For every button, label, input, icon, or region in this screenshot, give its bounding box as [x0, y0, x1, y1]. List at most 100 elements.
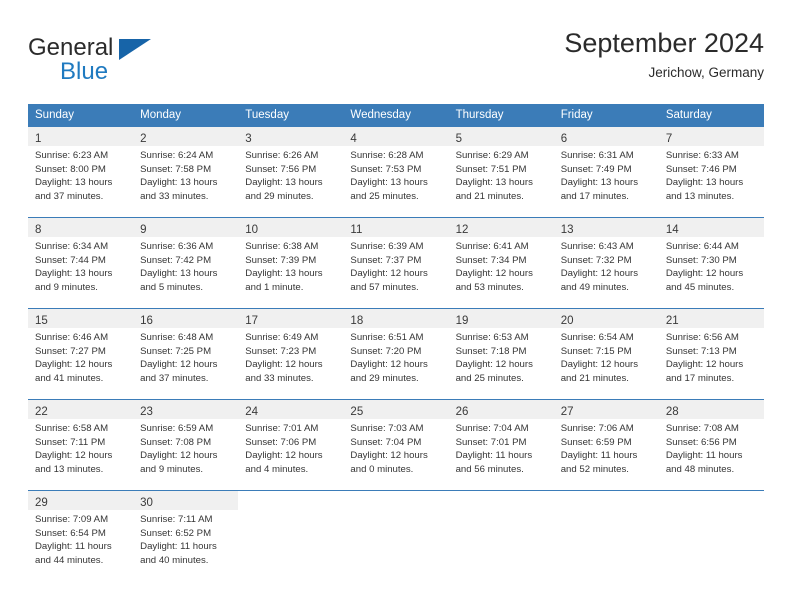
day-number: 29 [35, 497, 48, 509]
daylight-text-line1: Daylight: 12 hours [560, 268, 639, 280]
daylight-text-line1: Daylight: 13 hours [455, 177, 533, 189]
day-cell[interactable]: 23 Sunrise: 6:59 AM Sunset: 7:08 PM Dayligh… [133, 399, 239, 491]
day-number: 24 [245, 406, 259, 418]
day-cell[interactable]: 14 Sunrise: 6:44 AM Sunset: 7:30 PM Dayligh… [658, 217, 764, 309]
sunset-text: Sunset: 7:53 PM [350, 163, 422, 175]
day-cell[interactable]: 10 Sunrise: 6:38 AM Sunset: 7:39 PM Dayligh… [238, 217, 344, 309]
sunrise-text: Sunrise: 6:44 AM [665, 241, 739, 252]
daylight-text-line2: and 25 minutes. [350, 190, 419, 202]
day-cell[interactable]: 24 Sunrise: 7:01 AM Sunset: 7:06 PM Dayligh… [238, 399, 344, 491]
daylight-text-line2: and 53 minutes. [455, 281, 524, 293]
sunrise-text: Sunrise: 6:31 AM [560, 150, 634, 161]
daylight-text-line2: and 9 minutes. [140, 463, 204, 475]
day-cell[interactable]: 1 Sunrise: 6:23 AM Sunset: 8:00 PM Daylight… [28, 127, 134, 218]
sunrise-text: Sunrise: 7:08 AM [665, 423, 739, 434]
day-cell[interactable]: 5 Sunrise: 6:29 AM Sunset: 7:51 PM Daylight… [448, 127, 554, 218]
daylight-text-line2: and 17 minutes. [560, 190, 629, 202]
daylight-text-line1: Daylight: 11 hours [455, 450, 533, 462]
day-number: 22 [35, 406, 48, 418]
day-cell[interactable]: 12 Sunrise: 6:41 AM Sunset: 7:34 PM Dayligh… [448, 217, 554, 309]
sunrise-text: Sunrise: 7:03 AM [350, 423, 424, 434]
daylight-text-line2: and 37 minutes. [35, 190, 104, 202]
day-cell[interactable]: 20 Sunrise: 6:54 AM Sunset: 7:15 PM Dayligh… [553, 308, 659, 400]
day-number: 17 [245, 315, 259, 327]
day-cell[interactable]: 21 Sunrise: 6:56 AM Sunset: 7:13 PM Dayligh… [658, 308, 764, 400]
daylight-text-line1: Daylight: 11 hours [665, 450, 743, 462]
sunset-text: Sunset: 7:23 PM [245, 345, 317, 357]
daylight-text-line1: Daylight: 11 hours [560, 450, 638, 462]
day-cell[interactable]: 3 Sunrise: 6:26 AM Sunset: 7:56 PM Daylight… [238, 127, 344, 218]
brand-name-blue: Blue [60, 58, 109, 85]
daylight-text-line1: Daylight: 13 hours [245, 268, 323, 280]
day-cell[interactable]: 27 Sunrise: 7:06 AM Sunset: 6:59 PM Dayligh… [553, 399, 659, 491]
dow-header-thursday: Thursday [448, 104, 554, 127]
day-cell[interactable]: 25 Sunrise: 7:03 AM Sunset: 7:04 PM Dayligh… [343, 399, 449, 491]
sunset-text: Sunset: 7:04 PM [350, 436, 422, 448]
day-cell[interactable]: 22 Sunrise: 6:58 AM Sunset: 7:11 PM Dayligh… [28, 399, 134, 491]
sunrise-text: Sunrise: 6:48 AM [140, 332, 214, 343]
day-cell[interactable]: 15 Sunrise: 6:46 AM Sunset: 7:27 PM Dayligh… [28, 308, 134, 400]
daylight-text-line1: Daylight: 13 hours [245, 177, 323, 189]
day-cell[interactable]: 11 Sunrise: 6:39 AM Sunset: 7:37 PM Dayligh… [343, 217, 449, 309]
day-number: 15 [35, 315, 48, 327]
day-cell[interactable]: 7 Sunrise: 6:33 AM Sunset: 7:46 PM Daylight… [658, 127, 764, 218]
day-cell[interactable]: 19 Sunrise: 6:53 AM Sunset: 7:18 PM Dayligh… [448, 308, 554, 400]
day-cell[interactable]: 29 Sunrise: 7:09 AM Sunset: 6:54 PM Dayligh… [28, 490, 134, 581]
daylight-text-line1: Daylight: 12 hours [350, 268, 428, 280]
daylight-text-line1: Daylight: 13 hours [350, 177, 428, 189]
day-cell[interactable]: 18 Sunrise: 6:51 AM Sunset: 7:20 PM Dayligh… [343, 308, 449, 400]
sunrise-text: Sunrise: 6:49 AM [245, 332, 319, 343]
sunrise-text: Sunrise: 6:29 AM [455, 150, 529, 161]
day-cell[interactable]: 16 Sunrise: 6:48 AM Sunset: 7:25 PM Dayligh… [133, 308, 239, 400]
day-number: 27 [560, 406, 574, 418]
sunset-text: Sunset: 8:00 PM [35, 163, 106, 175]
daylight-text-line1: Daylight: 13 hours [35, 177, 113, 189]
sunrise-text: Sunrise: 6:59 AM [140, 423, 214, 434]
day-cell[interactable]: 28 Sunrise: 7:08 AM Sunset: 6:56 PM Dayligh… [658, 399, 764, 491]
sunset-text: Sunset: 7:25 PM [140, 345, 212, 357]
day-number: 18 [350, 315, 364, 327]
day-cell-empty [343, 490, 449, 581]
daylight-text-line2: and 44 minutes. [35, 554, 104, 566]
daylight-text-line2: and 9 minutes. [35, 281, 98, 293]
day-cell[interactable]: 30 Sunrise: 7:11 AM Sunset: 6:52 PM Dayligh… [133, 490, 239, 581]
day-number: 11 [350, 224, 363, 236]
brand-logo[interactable]: General Blue [28, 34, 208, 88]
sunset-text: Sunset: 7:08 PM [140, 436, 212, 448]
day-cell[interactable]: 4 Sunrise: 6:28 AM Sunset: 7:53 PM Daylight… [343, 127, 449, 218]
dow-header-friday: Friday [553, 104, 659, 127]
day-cell-empty [658, 490, 764, 581]
day-number: 9 [140, 224, 147, 236]
daylight-text-line2: and 29 minutes. [350, 372, 419, 384]
daylight-text-line1: Daylight: 12 hours [245, 450, 323, 462]
daylight-text-line2: and 5 minutes. [140, 281, 204, 293]
daylight-text-line1: Daylight: 13 hours [665, 177, 744, 189]
day-cell[interactable]: 26 Sunrise: 7:04 AM Sunset: 7:01 PM Dayligh… [448, 399, 554, 491]
daylight-text-line1: Daylight: 13 hours [140, 177, 218, 189]
sunset-text: Sunset: 7:42 PM [140, 254, 212, 266]
day-number: 14 [665, 224, 679, 236]
day-cell[interactable]: 2 Sunrise: 6:24 AM Sunset: 7:58 PM Daylight… [133, 127, 239, 218]
daylight-text-line1: Daylight: 12 hours [245, 359, 323, 371]
sunset-text: Sunset: 7:51 PM [455, 163, 527, 175]
daylight-text-line1: Daylight: 13 hours [35, 268, 113, 280]
sunrise-text: Sunrise: 6:23 AM [35, 150, 109, 161]
daylight-text-line2: and 13 minutes. [665, 190, 735, 202]
day-number: 13 [560, 224, 574, 236]
day-cell[interactable]: 13 Sunrise: 6:43 AM Sunset: 7:32 PM Dayligh… [553, 217, 659, 309]
day-cell[interactable]: 17 Sunrise: 6:49 AM Sunset: 7:23 PM Dayligh… [238, 308, 344, 400]
sunrise-text: Sunrise: 6:33 AM [665, 150, 739, 161]
dow-header-saturday: Saturday [658, 104, 764, 127]
daylight-text-line1: Daylight: 13 hours [560, 177, 639, 189]
sunset-text: Sunset: 6:59 PM [560, 436, 632, 448]
day-number: 16 [140, 315, 153, 327]
day-number: 20 [560, 315, 574, 327]
daylight-text-line1: Daylight: 13 hours [140, 268, 218, 280]
day-cell[interactable]: 8 Sunrise: 6:34 AM Sunset: 7:44 PM Daylight… [28, 217, 134, 309]
daylight-text-line1: Daylight: 12 hours [35, 450, 113, 462]
day-cell[interactable]: 9 Sunrise: 6:36 AM Sunset: 7:42 PM Daylight… [133, 217, 239, 309]
sunset-text: Sunset: 7:44 PM [35, 254, 106, 266]
day-cell[interactable]: 6 Sunrise: 6:31 AM Sunset: 7:49 PM Daylight… [553, 127, 659, 218]
daylight-text-line2: and 33 minutes. [245, 372, 314, 384]
day-number: 28 [665, 406, 679, 418]
